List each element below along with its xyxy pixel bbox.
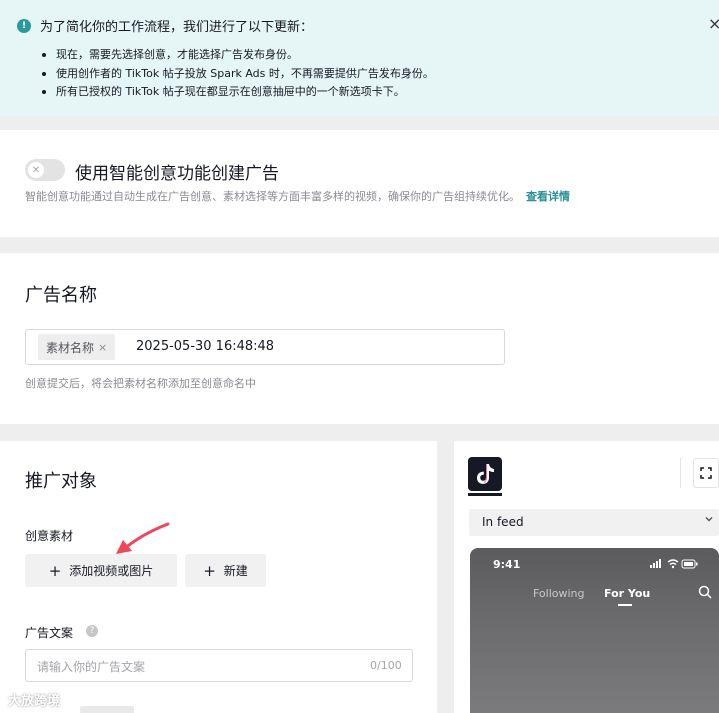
close-icon[interactable]: ×: [708, 16, 719, 32]
toggle-off-icon: ✕: [28, 162, 44, 178]
ad-name-hint: 创意提交后，将会把素材名称添加至创意命名中: [25, 377, 256, 390]
expand-icon: [700, 467, 712, 479]
smart-creative-description: 智能创意功能通过自动生成在广告创意、素材选择等方面丰富多样的视频，确保你的广告组…: [25, 188, 570, 204]
divider: [680, 458, 681, 488]
chip-remove-icon[interactable]: ×: [98, 341, 107, 354]
add-media-label: 添加视频或图片: [69, 564, 154, 578]
placement-value: In feed: [482, 515, 524, 529]
material-name-chip: 素材名称 ×: [38, 334, 116, 360]
phone-tab-indicator: [618, 604, 632, 606]
ad-name-title: 广告名称: [25, 285, 97, 306]
help-icon[interactable]: ?: [86, 625, 98, 637]
ad-name-value[interactable]: 2025-05-30 16:48:48: [136, 339, 274, 354]
notice-item: 所有已授权的 TikTok 帖子现在都显示在创意抽屉中的一个新选项卡下。: [42, 83, 434, 102]
phone-tab-for-you: For You: [604, 587, 651, 600]
phone-status-icons: [650, 559, 698, 569]
chevron-down-icon: [705, 517, 713, 522]
add-video-or-image-button[interactable]: + 添加视频或图片: [25, 554, 177, 587]
search-icon: [698, 585, 712, 599]
smart-creative-toggle[interactable]: ✕: [25, 159, 65, 181]
notice-title: 为了简化你的工作流程，我们进行了以下更新：: [40, 20, 314, 35]
tiktok-logo-icon[interactable]: [468, 457, 502, 491]
smart-creative-card: ✕ 使用智能创意功能创建广告 智能创意功能通过自动生成在广告创意、素材选择等方面…: [0, 130, 719, 237]
plus-icon: +: [48, 561, 62, 580]
info-icon: !: [17, 19, 31, 33]
notice-list: 现在，需要先选择创意，才能选择广告发布身份。 使用创作者的 TikTok 帖子投…: [42, 46, 434, 102]
new-button[interactable]: + 新建: [185, 554, 266, 587]
next-field-stub: [80, 706, 134, 713]
active-tab-indicator: [468, 493, 502, 496]
ad-copy-counter: 0/100: [370, 659, 402, 672]
material-name-chip-label: 素材名称: [46, 340, 95, 355]
notice-item: 现在，需要先选择创意，才能选择广告发布身份。: [42, 46, 434, 65]
smart-creative-description-text: 智能创意功能通过自动生成在广告创意、素材选择等方面丰富多样的视频，确保你的广告组…: [25, 190, 520, 203]
ad-copy-placeholder: 请输入你的广告文案: [37, 660, 146, 674]
phone-tab-following: Following: [533, 587, 585, 600]
fullscreen-button[interactable]: [693, 458, 719, 488]
promotion-title: 推广对象: [25, 471, 97, 492]
phone-time: 9:41: [493, 558, 521, 571]
plus-icon: +: [203, 561, 216, 580]
watermark: 大放跨境: [8, 694, 61, 709]
creative-material-label: 创意素材: [25, 529, 74, 543]
notice-item: 使用创作者的 TikTok 帖子投放 Spark Ads 时，不再需要提供广告发…: [42, 65, 434, 84]
new-button-label: 新建: [223, 564, 248, 578]
smart-creative-title: 使用智能创意功能创建广告: [75, 164, 279, 184]
notice-banner: ! 为了简化你的工作流程，我们进行了以下更新： 现在，需要先选择创意，才能选择广…: [0, 0, 719, 116]
learn-more-link[interactable]: 查看详情: [526, 190, 570, 203]
phone-preview: [470, 548, 719, 713]
annotation-arrow-icon: [116, 522, 170, 554]
ad-copy-label: 广告文案: [25, 626, 74, 640]
